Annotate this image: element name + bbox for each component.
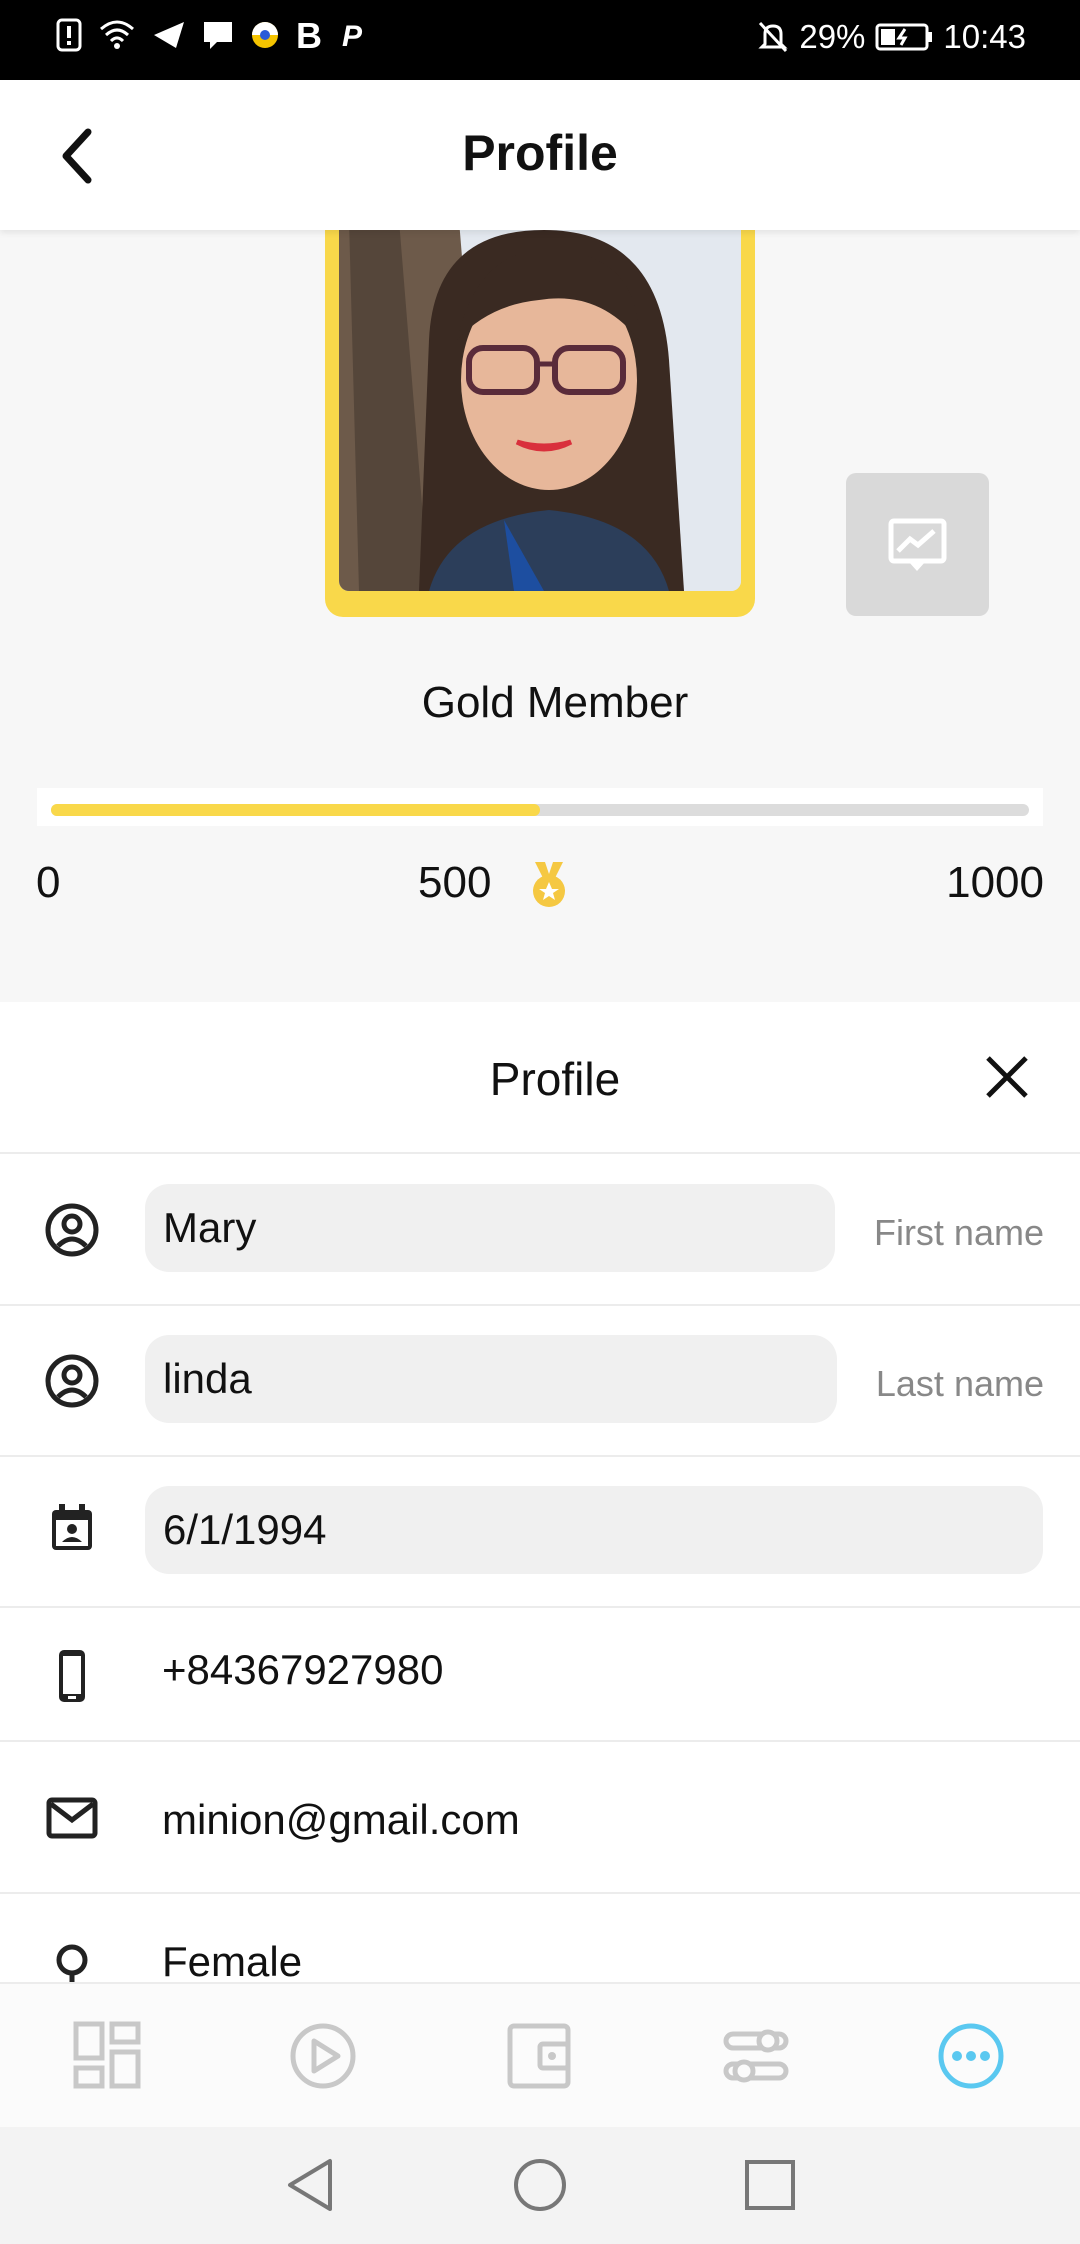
message-icon bbox=[204, 22, 232, 49]
first-name-hint: First name bbox=[873, 1212, 1044, 1253]
first-name-input[interactable]: Mary bbox=[145, 1184, 835, 1272]
gender-value[interactable]: Female bbox=[162, 1938, 302, 1986]
close-icon[interactable] bbox=[984, 1054, 1030, 1100]
svg-text:B: B bbox=[296, 18, 322, 52]
image-share-icon bbox=[888, 518, 947, 571]
email-value[interactable]: minion@gmail.com bbox=[162, 1796, 520, 1844]
medal-icon bbox=[533, 862, 565, 907]
panel-title: Profile bbox=[489, 1053, 621, 1105]
calendar-icon bbox=[52, 1504, 92, 1550]
recents-square-icon[interactable] bbox=[742, 2157, 798, 2213]
mute-icon bbox=[758, 21, 788, 53]
divider bbox=[0, 1152, 1080, 1154]
back-triangle-icon[interactable] bbox=[284, 2157, 340, 2213]
divider bbox=[0, 1892, 1080, 1894]
membership-section: Gold Member 0 500 1000 bbox=[0, 220, 1080, 1002]
more-icon[interactable] bbox=[935, 2020, 1007, 2092]
system-navigation bbox=[0, 2127, 1080, 2244]
status-bar: B P 29% 10:43 bbox=[0, 0, 1080, 80]
app-bar: Profile bbox=[0, 80, 1080, 230]
b-app-icon: B bbox=[296, 18, 322, 52]
last-name-input[interactable]: linda bbox=[145, 1335, 837, 1423]
alert-icon bbox=[56, 18, 82, 52]
avatar-frame[interactable] bbox=[325, 220, 755, 617]
last-name-hint: Last name bbox=[875, 1363, 1044, 1404]
wallet-icon[interactable] bbox=[504, 2020, 576, 2092]
membership-tier: Gold Member bbox=[421, 678, 689, 727]
scale-min: 0 bbox=[36, 858, 61, 907]
scale-mid: 500 bbox=[418, 858, 492, 907]
send-icon bbox=[154, 22, 184, 48]
battery-percent: 29% bbox=[799, 18, 866, 55]
points-progress-bar bbox=[51, 804, 1029, 816]
p-app-icon: P bbox=[342, 20, 363, 52]
divider bbox=[0, 1304, 1080, 1306]
divider bbox=[0, 1740, 1080, 1742]
pokeball-icon bbox=[252, 22, 278, 48]
points-progress-fill bbox=[51, 804, 540, 816]
scale-max: 1000 bbox=[946, 858, 1044, 907]
home-circle-icon[interactable] bbox=[512, 2157, 568, 2213]
svg-text:P: P bbox=[342, 20, 363, 52]
profile-photo-illustration bbox=[339, 220, 741, 591]
divider bbox=[0, 1455, 1080, 1457]
birthday-input[interactable]: 6/1/1994 bbox=[145, 1486, 1043, 1574]
page-title: Profile bbox=[462, 125, 618, 181]
clock: 10:43 bbox=[943, 18, 1026, 55]
dashboard-icon[interactable] bbox=[72, 2020, 144, 2092]
mail-icon bbox=[46, 1797, 98, 1839]
phone-icon bbox=[59, 1650, 85, 1702]
play-icon[interactable] bbox=[287, 2020, 359, 2092]
battery-icon bbox=[875, 23, 933, 51]
divider bbox=[0, 1606, 1080, 1608]
wifi-icon bbox=[100, 20, 134, 49]
share-image-button[interactable] bbox=[846, 473, 989, 616]
user-circle-icon bbox=[45, 1354, 99, 1408]
profile-panel: Profile Mary First name linda Last name … bbox=[0, 1002, 1080, 1996]
settings-sliders-icon[interactable] bbox=[720, 2020, 792, 2092]
avatar-photo bbox=[339, 220, 741, 591]
user-circle-icon bbox=[45, 1203, 99, 1257]
bottom-navigation bbox=[0, 1982, 1080, 2129]
phone-value[interactable]: +84367927980 bbox=[162, 1646, 443, 1694]
